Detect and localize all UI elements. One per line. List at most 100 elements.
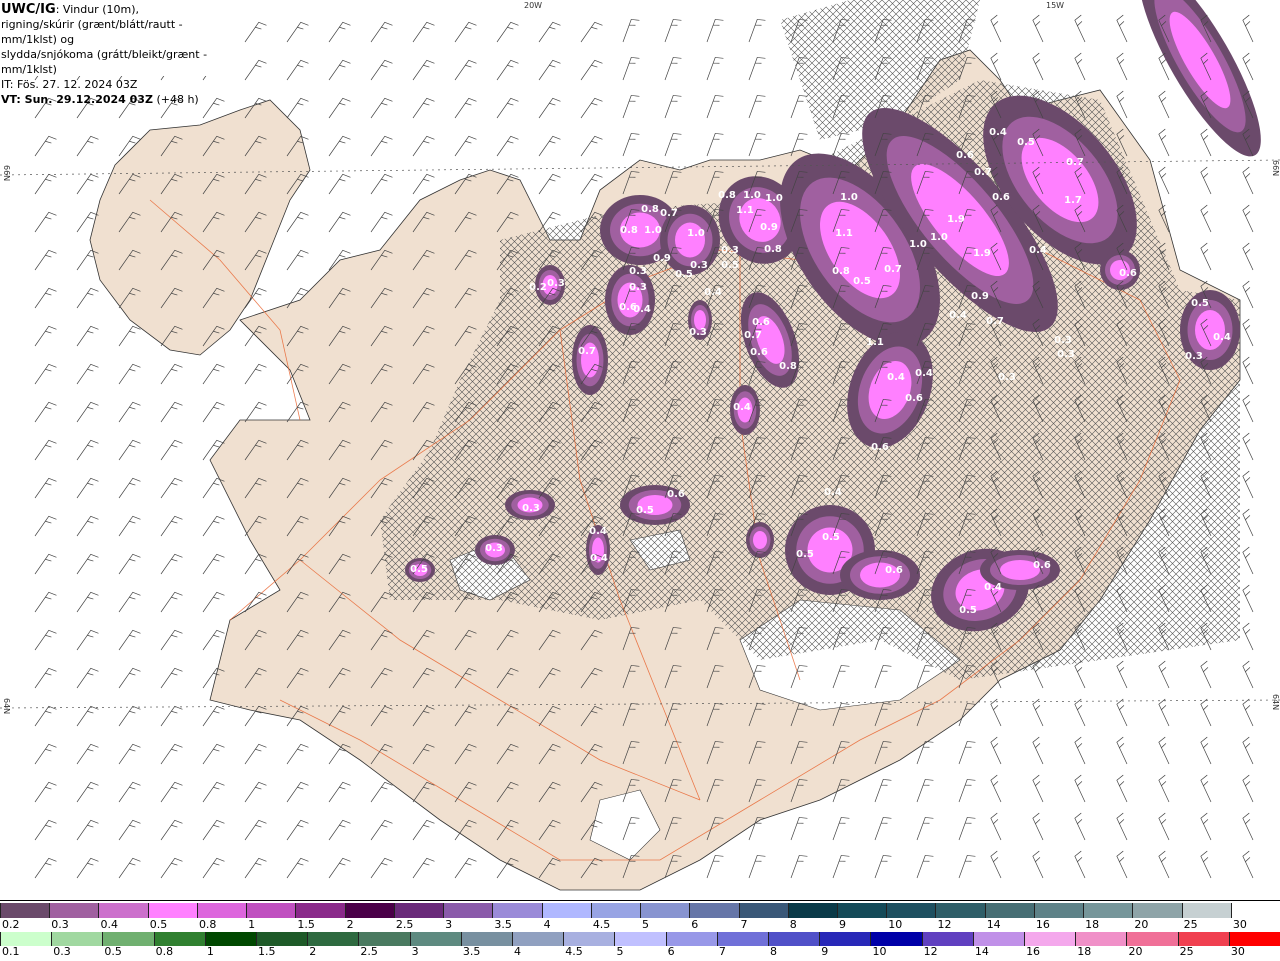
precip-value-label: 1.0 [840, 192, 858, 203]
precip-value-label: 1.0 [765, 193, 783, 204]
wind-barb-icon [118, 629, 141, 651]
wind-barb-icon [958, 779, 976, 803]
wind-barb-icon [1158, 660, 1170, 689]
wind-barb-icon [202, 781, 225, 803]
wind-barb-icon [916, 855, 934, 879]
wind-barb-icon [76, 135, 99, 157]
wind-barb-icon [76, 819, 99, 841]
wind-barb-icon [244, 857, 267, 879]
wind-barb-icon [160, 819, 183, 841]
wind-barb-icon [1242, 622, 1254, 651]
wind-barb-icon [622, 133, 640, 157]
precip-value-label: 0.6 [905, 393, 923, 404]
wind-barb-icon [1116, 736, 1128, 765]
wind-barb-icon [990, 812, 1002, 841]
wind-barb-icon [1074, 14, 1086, 43]
wind-barb-icon [328, 97, 351, 119]
wind-barb-icon [874, 855, 892, 879]
wind-barb-icon [1032, 812, 1044, 841]
precip-value-label: 0.5 [410, 564, 428, 575]
precip-value-label: 0.5 [959, 605, 977, 616]
precip-value-label: 0.6 [1033, 560, 1051, 571]
precip-value-label: 0.4 [989, 127, 1007, 138]
rain-legend-label: 0.1 [2, 945, 20, 958]
snow-legend-swatch: 30 [1230, 903, 1280, 931]
precip-value-label: 1.9 [947, 214, 965, 225]
wind-barb-icon [118, 363, 141, 385]
rain-description: rigning/skúrir (grænt/blátt/rautt - mm/1… [1, 18, 183, 46]
wind-barb-icon [118, 667, 141, 689]
wind-barb-icon [1158, 850, 1170, 879]
wind-barb-icon [1158, 128, 1170, 157]
wind-barb-icon [1242, 394, 1254, 423]
wind-barb-icon [748, 19, 766, 43]
precip-value-label: 0.3 [1054, 335, 1072, 346]
rain-legend-swatch: 7 [716, 932, 769, 958]
wind-barb-icon [412, 59, 435, 81]
wind-barb-icon [76, 325, 99, 347]
wind-barb-icon [990, 14, 1002, 43]
wind-barb-icon [916, 779, 934, 803]
wind-barb-icon [1200, 242, 1212, 271]
precip-value-label: 0.4 [633, 304, 651, 315]
wind-barb-icon [34, 173, 57, 195]
wind-barb-icon [1200, 736, 1212, 765]
wind-barb-icon [1242, 204, 1254, 233]
lat-label-66n-right: 66N [1271, 160, 1280, 177]
snow-legend-swatch: 10 [886, 903, 936, 931]
snow-description: slydda/snjókoma (grátt/bleikt/grænt - mm… [1, 48, 208, 76]
wind-barb-icon [370, 857, 393, 879]
precip-value-label: 0.5 [636, 505, 654, 516]
precip-value-label: 0.8 [764, 244, 782, 255]
wind-barb-icon [202, 819, 225, 841]
wind-barb-icon [76, 781, 99, 803]
snow-legend-label: 0.4 [100, 918, 118, 931]
wind-barb-icon [1032, 52, 1044, 81]
wind-barb-icon [202, 553, 225, 575]
wind-barb-icon [706, 133, 724, 157]
precip-value-label: 0.4 [1213, 332, 1231, 343]
rain-legend-swatch: 4.5 [563, 932, 615, 958]
rain-legend-label: 4.5 [565, 945, 583, 958]
precip-value-label: 1.0 [930, 232, 948, 243]
wind-barb-icon [1074, 660, 1086, 689]
precip-value-label: 0.6 [1119, 268, 1137, 279]
rain-legend-label: 3.5 [462, 945, 481, 958]
wind-barb-icon [118, 439, 141, 461]
wind-barb-icon [496, 21, 519, 43]
snow-legend-swatch: 16 [1033, 903, 1084, 931]
wind-barb-icon [160, 477, 183, 499]
wind-barb-icon [202, 363, 225, 385]
wind-barb-icon [1116, 660, 1128, 689]
snow-legend-label: 4.5 [592, 918, 611, 931]
wind-barb-icon [412, 857, 435, 879]
rain-legend-label: 7 [718, 945, 726, 958]
wind-barb-icon [622, 19, 640, 43]
wind-barb-icon [1242, 850, 1254, 879]
valid-time: VT: Sun. 29.12.2024 03Z [1, 93, 153, 106]
wind-barb-icon [118, 591, 141, 613]
wind-barb-icon [1200, 812, 1212, 841]
snow-legend-swatch: 5 [640, 903, 690, 931]
wind-barb-icon [160, 743, 183, 765]
wind-barb-icon [496, 135, 519, 157]
wind-barb-icon [622, 57, 640, 81]
rain-legend-label: 12 [923, 945, 938, 958]
wind-barb-icon [454, 857, 477, 879]
precip-value-label: 1.0 [644, 225, 662, 236]
wind-barb-icon [1032, 14, 1044, 43]
wind-barb-icon [76, 477, 99, 499]
snow-legend-swatch: 3.5 [492, 903, 542, 931]
wind-barb-icon [76, 173, 99, 195]
wind-barb-icon [412, 819, 435, 841]
wind-barb-icon [76, 705, 99, 727]
rain-legend-label: 2 [309, 945, 317, 958]
rain-legend-swatch: 0.1 [0, 932, 52, 958]
wind-barb-icon [990, 774, 1002, 803]
snow-legend-label: 0.2 [2, 918, 20, 931]
wind-barb-icon [832, 817, 850, 841]
rain-legend-label: 20 [1128, 945, 1143, 958]
precip-value-label: 1.1 [866, 337, 884, 348]
precip-value-label: 0.3 [690, 260, 708, 271]
rain-legend-label: 18 [1077, 945, 1092, 958]
